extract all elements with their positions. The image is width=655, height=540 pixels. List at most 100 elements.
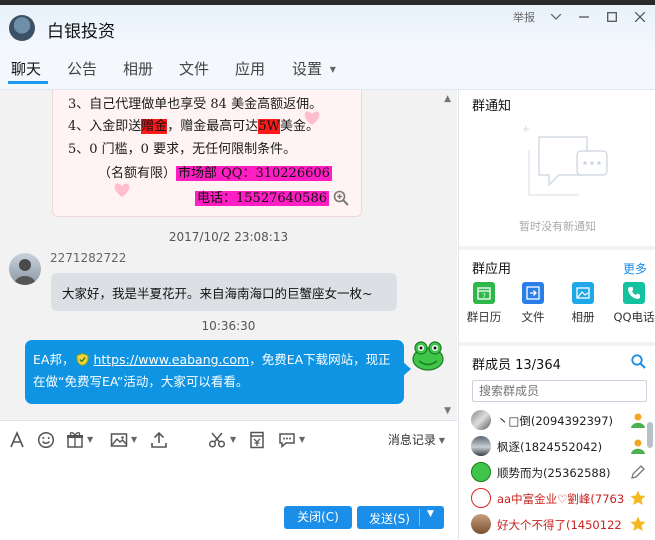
section-divider bbox=[459, 342, 655, 346]
tab-bar: 聊天 公告 相册 文件 应用 设置 ▼ bbox=[0, 50, 655, 90]
group-name[interactable]: 白银投资 bbox=[47, 17, 115, 42]
own-avatar[interactable] bbox=[411, 340, 444, 372]
promo-line-4-c: ，赠金最高可达 bbox=[167, 119, 259, 134]
active-tab-indicator bbox=[8, 81, 48, 84]
close-button[interactable]: 关闭(C) bbox=[284, 506, 352, 529]
promo-line-6: （名额有限） 市场部 QQ：310226606 bbox=[98, 162, 332, 181]
gift-dropdown-icon[interactable]: ▼ bbox=[87, 435, 93, 444]
tab-album[interactable]: 相册 bbox=[123, 58, 153, 79]
group-side-panel: 群通知 暂时没有新通知 群应用 更多 7 群日历 文件 相册 QQ电话 群成员 … bbox=[458, 90, 655, 540]
scroll-up-icon[interactable]: ▲ bbox=[444, 94, 451, 104]
group-apps-title: 群应用 bbox=[472, 262, 512, 277]
promo-qq: 市场部 QQ：310226606 bbox=[176, 166, 332, 181]
sender-avatar[interactable] bbox=[9, 253, 41, 285]
group-members-title: 群成员 13/364 bbox=[472, 358, 561, 373]
message-bubble[interactable]: 大家好，我是半夏花开。来自海南海口的巨蟹座女一枚~ bbox=[51, 273, 397, 311]
edit-icon[interactable] bbox=[629, 463, 647, 481]
promo-image[interactable]: 3、自己代理做单也享受 84 美金高额返佣。 4、入金即送赠金，赠金最高可达5W… bbox=[52, 90, 362, 217]
photo-icon bbox=[572, 282, 594, 304]
tab-settings-label: 设置 bbox=[292, 60, 323, 78]
heart-decoration-icon bbox=[114, 183, 130, 197]
zoom-in-icon[interactable] bbox=[333, 190, 349, 206]
tab-chat[interactable]: 聊天 bbox=[11, 58, 41, 79]
group-avatar[interactable] bbox=[9, 15, 35, 41]
app-calendar[interactable]: 7 群日历 bbox=[459, 282, 509, 325]
red-packet-icon[interactable] bbox=[248, 431, 266, 449]
own-message-line-1: EA邦， https://www.eabang.com，免费EA下载网站，现正 bbox=[33, 349, 396, 371]
member-row[interactable]: 顺势而为(25362588) bbox=[459, 459, 655, 485]
admin-badge-icon bbox=[631, 439, 645, 454]
send-button-separator bbox=[419, 509, 420, 526]
more-chat-dropdown-icon[interactable]: ▼ bbox=[299, 435, 305, 444]
member-name: aa中富金业♡劉峰(7763 bbox=[497, 492, 625, 506]
member-row[interactable]: 丶□倒(2094392397) bbox=[459, 407, 655, 433]
member-list-scrollbar[interactable] bbox=[647, 422, 653, 448]
file-icon bbox=[522, 282, 544, 304]
upload-icon[interactable] bbox=[150, 431, 168, 449]
gift-icon[interactable] bbox=[66, 431, 84, 449]
own-message-text: ，免费EA下载网站，现正 bbox=[249, 352, 391, 367]
more-apps-link[interactable]: 更多 bbox=[623, 260, 647, 277]
message-history-button[interactable]: 消息记录 ▼ bbox=[388, 431, 445, 448]
emoji-icon[interactable] bbox=[37, 431, 55, 449]
member-avatar bbox=[471, 514, 491, 534]
qq-group-chat-window: 白银投资 举报 聊天 公告 相册 文件 应用 设置 ▼ ▲ 3、自己代理做单也享… bbox=[0, 0, 655, 540]
svg-text:7: 7 bbox=[482, 293, 486, 300]
report-button[interactable]: 举报 bbox=[513, 9, 535, 25]
tab-settings[interactable]: 设置 ▼ bbox=[292, 58, 336, 79]
group-notice-title: 群通知 bbox=[472, 99, 512, 114]
promo-highlight-5w: 5W bbox=[258, 119, 280, 134]
own-message-bubble[interactable]: EA邦， https://www.eabang.com，免费EA下载网站，现正 在… bbox=[25, 340, 404, 404]
window-controls: 举报 bbox=[513, 9, 647, 25]
image-dropdown-icon[interactable]: ▼ bbox=[131, 435, 137, 444]
member-row[interactable]: 枫逐(1824552042) bbox=[459, 433, 655, 459]
image-icon[interactable] bbox=[110, 431, 128, 449]
promo-line-7: 电话：15527640586 bbox=[195, 187, 329, 206]
promo-line-4-e: 美金。 bbox=[279, 119, 319, 134]
message-list[interactable]: ▲ 3、自己代理做单也享受 84 美金高额返佣。 4、入金即送赠金，赠金最高可达… bbox=[0, 90, 457, 420]
member-name: 丶□倒(2094392397) bbox=[497, 414, 614, 428]
search-icon[interactable] bbox=[631, 354, 646, 369]
minimize-icon[interactable] bbox=[577, 10, 591, 24]
member-avatar bbox=[471, 462, 491, 482]
app-album-label: 相册 bbox=[571, 310, 595, 324]
maximize-icon[interactable] bbox=[605, 10, 619, 24]
promo-highlight-bonus: 赠金 bbox=[141, 119, 168, 134]
member-search-input[interactable] bbox=[472, 380, 647, 402]
sender-id[interactable]: 2271282722 bbox=[50, 251, 126, 265]
app-files[interactable]: 文件 bbox=[508, 282, 558, 325]
tab-files[interactable]: 文件 bbox=[179, 58, 209, 79]
own-message-line-2: 在做“免费写EA”活动，大家可以看看。 bbox=[33, 374, 249, 389]
promo-line-5: 5、0 门槛，0 要求，无任何限制条件。 bbox=[68, 142, 297, 157]
close-icon[interactable] bbox=[633, 10, 647, 24]
message-timestamp: 10:36:30 bbox=[201, 319, 256, 333]
dropdown-icon[interactable] bbox=[549, 10, 563, 24]
send-options-dropdown-icon[interactable]: ▼ bbox=[427, 509, 434, 519]
member-row[interactable]: aa中富金业♡劉峰(7763 bbox=[459, 485, 655, 511]
member-row[interactable]: 好大个不得了(1450122 bbox=[459, 511, 655, 537]
scissors-icon[interactable] bbox=[208, 431, 226, 449]
tab-apps[interactable]: 应用 bbox=[235, 58, 265, 79]
own-message-text: EA邦， bbox=[33, 352, 75, 367]
send-button[interactable]: 发送(S) ▼ bbox=[357, 506, 444, 529]
member-avatar bbox=[471, 436, 491, 456]
scissors-dropdown-icon[interactable]: ▼ bbox=[230, 435, 236, 444]
star-icon bbox=[630, 490, 646, 505]
more-chat-icon[interactable] bbox=[278, 431, 296, 449]
top-strip bbox=[0, 0, 655, 5]
eabang-link[interactable]: https://www.eabang.com bbox=[93, 352, 249, 367]
frog-avatar-icon bbox=[412, 341, 444, 371]
scroll-down-icon[interactable]: ▼ bbox=[444, 406, 451, 416]
font-icon[interactable] bbox=[8, 431, 26, 449]
app-qq-call[interactable]: QQ电话 bbox=[609, 282, 655, 325]
message-input[interactable]: 关闭(C) 发送(S) ▼ bbox=[0, 456, 457, 540]
promo-line-4-a: 4、入金即送 bbox=[68, 119, 142, 134]
app-album[interactable]: 相册 bbox=[558, 282, 608, 325]
member-name: 顺势而为(25362588) bbox=[497, 466, 611, 480]
tab-announcement[interactable]: 公告 bbox=[67, 58, 97, 79]
app-calendar-label: 群日历 bbox=[466, 310, 502, 324]
message-timestamp: 2017/10/2 23:08:13 bbox=[168, 230, 289, 244]
chevron-down-icon: ▼ bbox=[329, 65, 336, 74]
no-notice-text: 暂时没有新通知 bbox=[519, 220, 596, 233]
section-divider bbox=[459, 246, 655, 250]
